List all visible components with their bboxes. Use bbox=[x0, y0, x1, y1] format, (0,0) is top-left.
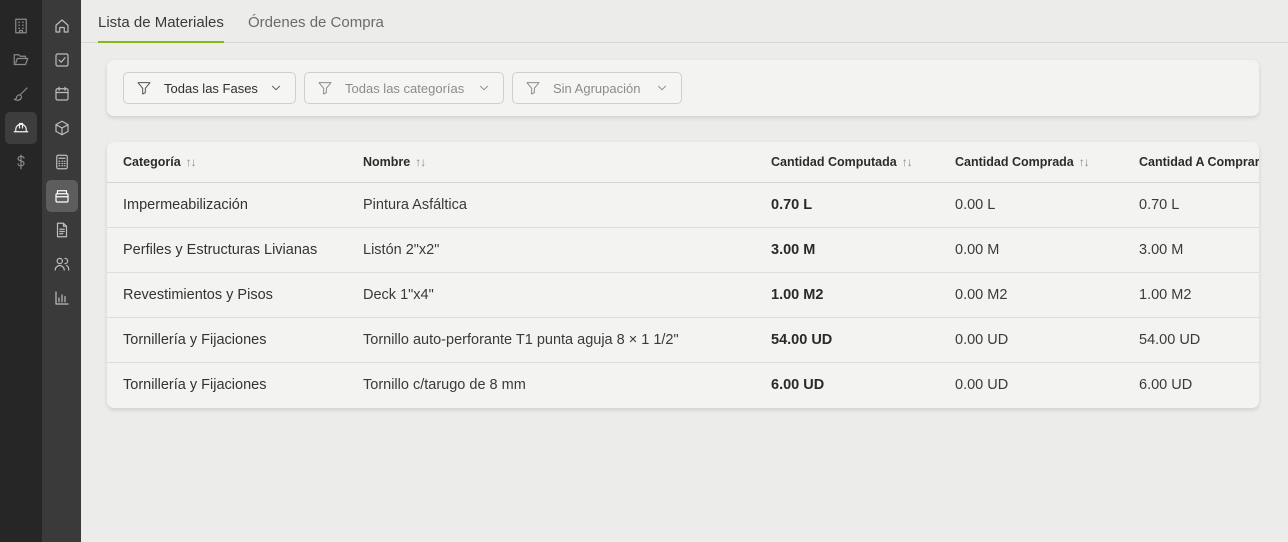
cell-comprada: 0.00 M2 bbox=[955, 287, 1008, 303]
cell-comprada: 0.00 UD bbox=[955, 332, 1009, 348]
grouping-dropdown[interactable]: Sin Agrupación bbox=[512, 72, 682, 104]
primary-sidebar bbox=[0, 0, 42, 542]
cell-a-comprar: 6.00 UD bbox=[1139, 377, 1193, 393]
filter-bar: Todas las Fases Todas las categorías Sin… bbox=[107, 60, 1259, 116]
bar-chart-icon[interactable] bbox=[46, 282, 78, 314]
secondary-sidebar bbox=[42, 0, 81, 542]
tab-lista-materiales[interactable]: Lista de Materiales bbox=[98, 14, 224, 43]
cell-a-comprar: 0.70 L bbox=[1139, 197, 1180, 213]
column-header-cantidad-a-comprar[interactable]: Cantidad A Comprar bbox=[1139, 155, 1259, 169]
cell-a-comprar: 54.00 UD bbox=[1139, 332, 1201, 348]
column-header-nombre[interactable]: Nombre ↑↓ bbox=[363, 155, 426, 169]
cell-comprada: 0.00 M bbox=[955, 242, 1000, 258]
tab-ordenes-compra[interactable]: Órdenes de Compra bbox=[248, 14, 384, 41]
cube-icon[interactable] bbox=[46, 112, 78, 144]
checklist-icon[interactable] bbox=[46, 44, 78, 76]
column-header-cantidad-comprada[interactable]: Cantidad Comprada ↑↓ bbox=[955, 155, 1090, 169]
main-content: Lista de Materiales Órdenes de Compra To… bbox=[81, 0, 1288, 542]
helmet-icon[interactable] bbox=[5, 112, 37, 144]
cell-computada: 0.70 L bbox=[771, 197, 813, 213]
cell-categoria: Revestimientos y Pisos bbox=[123, 287, 273, 303]
cell-nombre: Tornillo c/tarugo de 8 mm bbox=[363, 377, 526, 393]
cell-categoria: Impermeabilización bbox=[123, 197, 248, 213]
materials-table: Categoría ↑↓ Nombre ↑↓ Cantidad Computada ↑… bbox=[107, 142, 1259, 408]
tab-bar: Lista de Materiales Órdenes de Compra bbox=[81, 0, 1288, 43]
cell-computada: 6.00 UD bbox=[771, 377, 825, 393]
cell-nombre: Deck 1"x4" bbox=[363, 287, 434, 303]
cell-nombre: Pintura Asfáltica bbox=[363, 197, 467, 213]
sort-icon[interactable]: ↑↓ bbox=[1079, 155, 1090, 169]
calculator-icon[interactable] bbox=[46, 146, 78, 178]
dollar-icon[interactable] bbox=[5, 146, 37, 178]
table-row[interactable]: Impermeabilización Pintura Asfáltica 0.7… bbox=[107, 183, 1259, 228]
category-filter-label: Todas las categorías bbox=[345, 80, 465, 96]
brush-icon[interactable] bbox=[5, 78, 37, 110]
table-row[interactable]: Tornillería y Fijaciones Tornillo c/taru… bbox=[107, 363, 1259, 408]
document-icon[interactable] bbox=[46, 214, 78, 246]
cell-a-comprar: 1.00 M2 bbox=[1139, 287, 1192, 303]
cell-nombre: Tornillo auto-perforante T1 punta aguja … bbox=[363, 332, 679, 348]
filter-icon bbox=[525, 80, 541, 96]
sort-icon[interactable]: ↑↓ bbox=[186, 155, 197, 169]
cell-computada: 1.00 M2 bbox=[771, 287, 824, 303]
chevron-down-icon bbox=[269, 81, 283, 95]
folder-icon[interactable] bbox=[5, 44, 37, 76]
cell-categoria: Tornillería y Fijaciones bbox=[123, 377, 267, 393]
table-row[interactable]: Perfiles y Estructuras Livianas Listón 2… bbox=[107, 228, 1259, 273]
cell-computada: 54.00 UD bbox=[771, 332, 833, 348]
column-header-categoria[interactable]: Categoría ↑↓ bbox=[123, 155, 197, 169]
chevron-down-icon bbox=[477, 81, 491, 95]
cell-categoria: Tornillería y Fijaciones bbox=[123, 332, 267, 348]
cell-categoria: Perfiles y Estructuras Livianas bbox=[123, 242, 318, 258]
users-icon[interactable] bbox=[46, 248, 78, 280]
filter-icon bbox=[317, 80, 333, 96]
category-filter-dropdown[interactable]: Todas las categorías bbox=[304, 72, 504, 104]
cell-a-comprar: 3.00 M bbox=[1139, 242, 1184, 258]
sort-icon[interactable]: ↑↓ bbox=[415, 155, 426, 169]
cell-nombre: Listón 2"x2" bbox=[363, 242, 440, 258]
grouping-label: Sin Agrupación bbox=[553, 80, 641, 96]
filter-icon bbox=[136, 80, 152, 96]
table-header: Categoría ↑↓ Nombre ↑↓ Cantidad Computada ↑… bbox=[107, 142, 1259, 183]
table-row[interactable]: Revestimientos y Pisos Deck 1"x4" 1.00 M… bbox=[107, 273, 1259, 318]
phase-filter-dropdown[interactable]: Todas las Fases bbox=[123, 72, 296, 104]
chevron-down-icon bbox=[655, 81, 669, 95]
sort-icon[interactable]: ↑↓ bbox=[902, 155, 913, 169]
home-icon[interactable] bbox=[46, 10, 78, 42]
column-header-cantidad-computada[interactable]: Cantidad Computada ↑↓ bbox=[771, 155, 913, 169]
store-icon[interactable] bbox=[46, 180, 78, 212]
cell-comprada: 0.00 L bbox=[955, 197, 996, 213]
building-icon[interactable] bbox=[5, 10, 37, 42]
phase-filter-label: Todas las Fases bbox=[164, 80, 258, 96]
cell-computada: 3.00 M bbox=[771, 242, 816, 258]
calendar-icon[interactable] bbox=[46, 78, 78, 110]
table-row[interactable]: Tornillería y Fijaciones Tornillo auto-p… bbox=[107, 318, 1259, 363]
cell-comprada: 0.00 UD bbox=[955, 377, 1009, 393]
